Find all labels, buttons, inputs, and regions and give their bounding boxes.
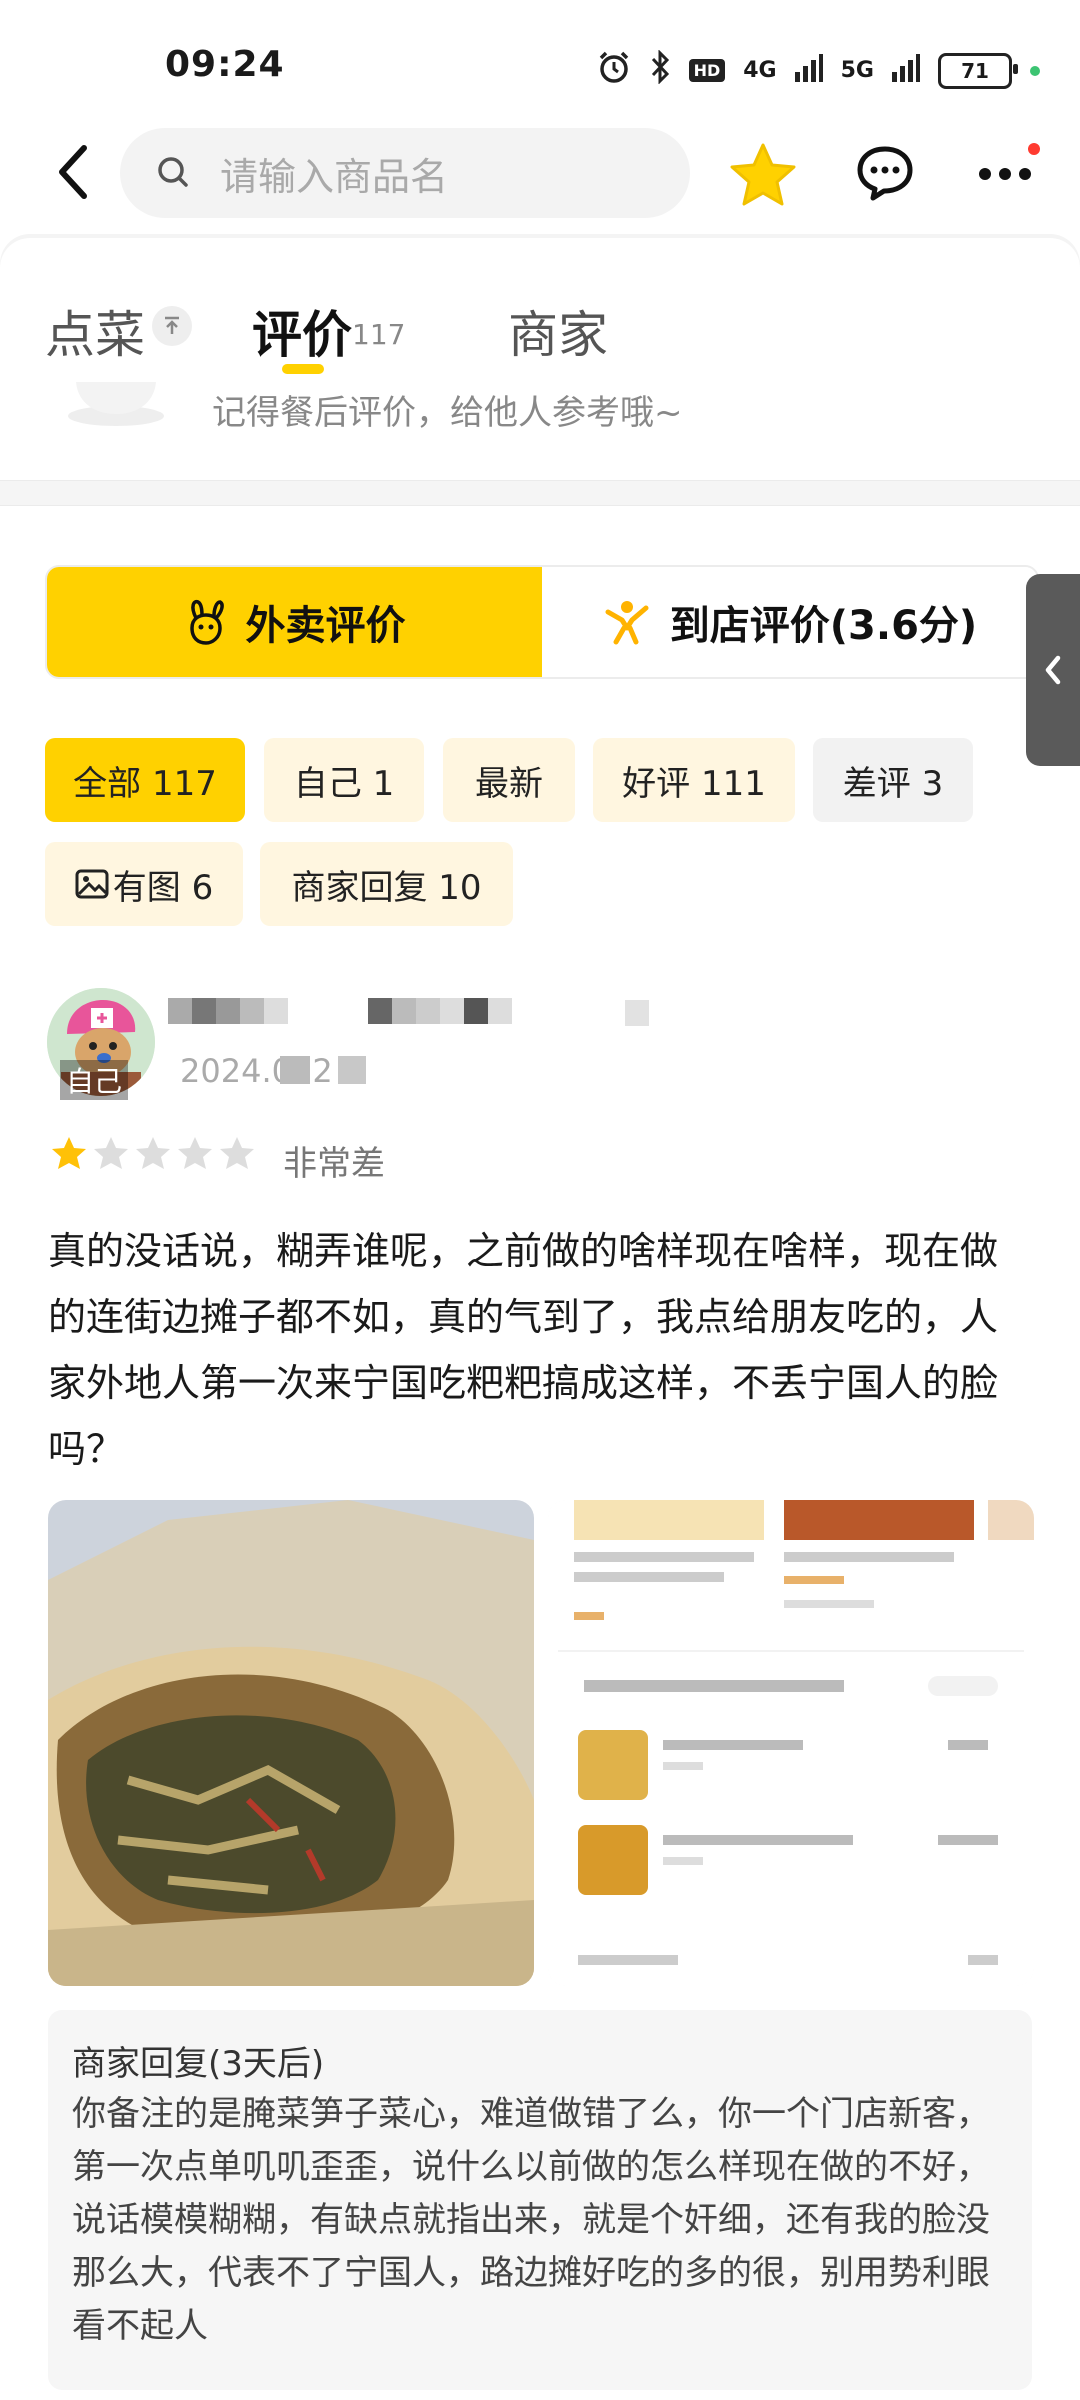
status-bar: 09:24 HD 4G 5G 71 bbox=[0, 0, 1080, 120]
signal-4g-icon: 4G bbox=[743, 58, 777, 83]
rabbit-icon bbox=[189, 599, 224, 645]
tab-order[interactable]: 点菜 bbox=[45, 295, 145, 367]
filter-chip-with-photo[interactable]: 有图 6 bbox=[45, 842, 243, 926]
date-mosaic bbox=[338, 1056, 366, 1084]
search-placeholder: 请输入商品名 bbox=[220, 154, 449, 199]
message-button[interactable] bbox=[855, 143, 915, 203]
filter-chip-latest[interactable]: 最新 bbox=[443, 738, 575, 822]
signal-bars-icon bbox=[794, 52, 823, 89]
bowl-icon bbox=[68, 382, 164, 426]
merchant-reply-title: 商家回复(3天后) bbox=[72, 2044, 325, 2084]
delivery-review-label: 外卖评价 bbox=[245, 603, 406, 649]
review-photo-order-screenshot[interactable] bbox=[548, 1500, 1034, 1986]
self-tag: 自己 bbox=[60, 1060, 129, 1100]
status-time: 09:24 bbox=[165, 44, 285, 85]
back-button[interactable] bbox=[50, 142, 100, 202]
section-divider bbox=[0, 480, 1080, 506]
rating-text: 非常差 bbox=[283, 1144, 385, 1184]
review-hint: 记得餐后评价，给他人参考哦~ bbox=[212, 393, 683, 433]
tab-review[interactable]: 评价 bbox=[252, 295, 352, 367]
filter-chip-with-photo-label: 有图 6 bbox=[112, 867, 214, 908]
filter-chip-merchant-reply[interactable]: 商家回复 10 bbox=[260, 842, 513, 926]
instore-review-label: 到店评价(3.6分) bbox=[669, 603, 978, 649]
username-mosaic bbox=[625, 1000, 649, 1026]
review-photo-food[interactable] bbox=[48, 1500, 534, 1986]
star-empty-icon bbox=[94, 1137, 128, 1169]
notification-dot bbox=[1028, 143, 1040, 155]
star-filled-icon bbox=[52, 1137, 86, 1169]
tab-active-indicator bbox=[282, 364, 324, 374]
username-mosaic bbox=[168, 998, 288, 1024]
more-button[interactable] bbox=[975, 140, 1035, 200]
star-empty-icon bbox=[178, 1137, 212, 1169]
merchant-reply-text: 你备注的是腌菜笋子菜心，难道做错了么，你一个门店新客，第一次点单叽叽歪歪，说什么… bbox=[72, 2094, 990, 2346]
chevron-left-icon bbox=[1045, 655, 1061, 685]
tab-review-count: 117 bbox=[352, 318, 406, 351]
battery-icon: 71 bbox=[938, 52, 1018, 89]
tab-merchant[interactable]: 商家 bbox=[508, 295, 608, 367]
signal-bars-icon bbox=[892, 52, 920, 89]
instore-review-tab[interactable]: 到店评价(3.6分) bbox=[542, 567, 1037, 677]
delivery-review-tab[interactable]: 外卖评价 bbox=[47, 567, 542, 677]
filter-chip-negative[interactable]: 差评 3 bbox=[813, 738, 973, 822]
more-dots-icon bbox=[979, 168, 1031, 180]
alarm-icon bbox=[597, 50, 631, 91]
review-type-toggle: 外卖评价 到店评价(3.6分) bbox=[45, 565, 1039, 679]
rating-stars bbox=[50, 1134, 256, 1172]
charging-dot bbox=[1030, 65, 1040, 76]
filter-chip-positive[interactable]: 好评 111 bbox=[593, 738, 795, 822]
signal-5g-icon: 5G bbox=[840, 58, 874, 83]
search-icon bbox=[158, 157, 188, 187]
username-mosaic bbox=[368, 998, 512, 1024]
star-icon bbox=[730, 143, 796, 206]
filter-chip-self[interactable]: 自己 1 bbox=[264, 738, 424, 822]
person-cheer-icon bbox=[605, 601, 649, 645]
chevron-left-icon bbox=[59, 145, 87, 199]
image-icon bbox=[75, 869, 109, 899]
star-empty-icon bbox=[136, 1137, 170, 1169]
hd-badge: HD bbox=[688, 59, 726, 82]
filter-chip-all[interactable]: 全部 117 bbox=[45, 738, 245, 822]
date-mosaic bbox=[280, 1056, 310, 1084]
bluetooth-icon bbox=[649, 49, 671, 91]
chat-bubble-icon bbox=[857, 146, 913, 201]
side-drawer-handle[interactable] bbox=[1026, 574, 1080, 766]
favorite-button[interactable] bbox=[728, 140, 798, 210]
review-text: 真的没话说，糊弄谁呢，之前做的啥样现在啥样，现在做的连街边摊子都不如，真的气到了… bbox=[48, 1229, 999, 1471]
star-empty-icon bbox=[220, 1137, 254, 1169]
pin-top-icon[interactable] bbox=[152, 306, 192, 346]
status-icons: HD 4G 5G 71 bbox=[597, 49, 1040, 91]
search-input[interactable]: 请输入商品名 bbox=[120, 128, 690, 218]
